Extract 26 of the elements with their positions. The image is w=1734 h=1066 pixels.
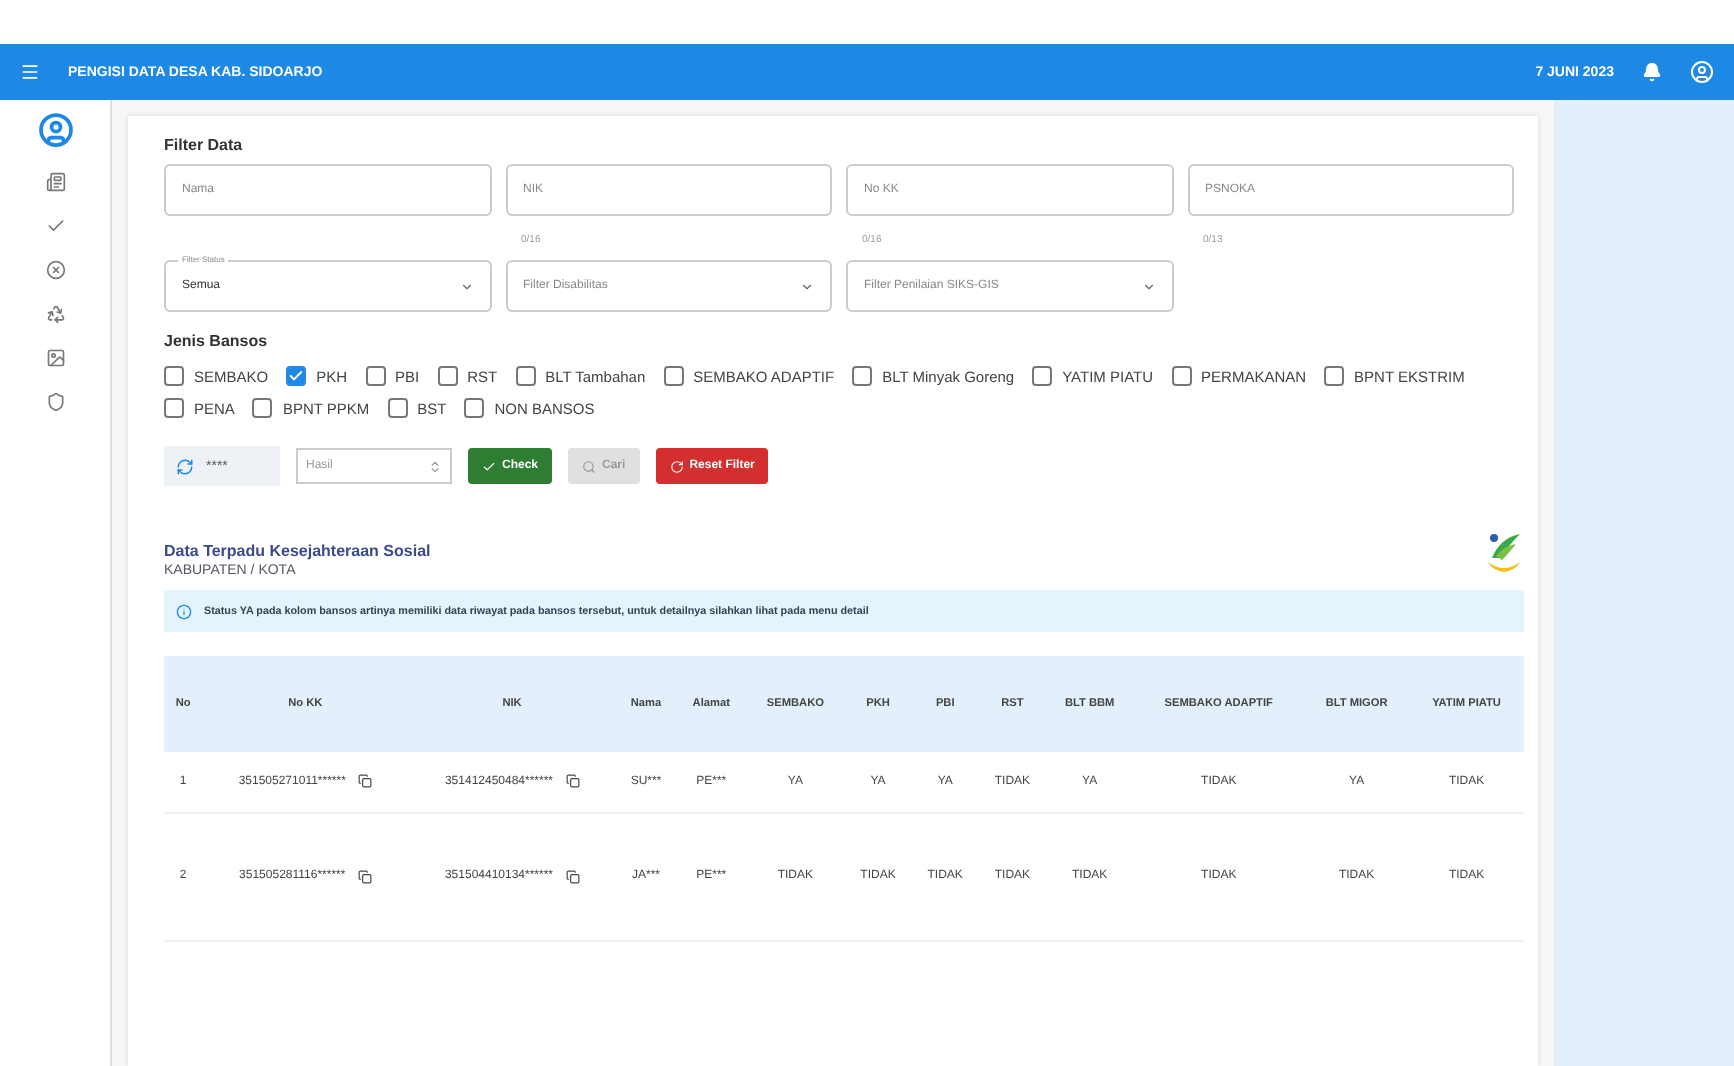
dropdown-caret-icon: [800, 279, 814, 293]
data-title: Data Terpadu Kesejahteraan Sosial: [164, 542, 431, 560]
check-icon: [482, 459, 496, 473]
dropdown-caret-icon: [459, 279, 473, 293]
check-icon: [288, 368, 305, 384]
bell-icon[interactable]: [1642, 62, 1662, 82]
shield-icon[interactable]: [45, 392, 65, 412]
copy-icon[interactable]: [357, 774, 372, 789]
section-title: Jenis Bansos: [164, 332, 270, 350]
section-title: Filter Data: [164, 136, 245, 154]
copy-icon[interactable]: [357, 869, 372, 883]
copy-icon[interactable]: [565, 774, 580, 789]
close-circle-icon[interactable]: [45, 260, 65, 280]
info-icon: [176, 603, 192, 619]
menu-icon[interactable]: [20, 62, 40, 82]
newspaper-icon[interactable]: [45, 172, 65, 192]
refresh-icon: [669, 459, 684, 473]
stepper-icon[interactable]: [428, 459, 442, 473]
image-icon[interactable]: [45, 348, 65, 368]
leaf-logo-icon: [1484, 530, 1524, 578]
account-icon[interactable]: [37, 112, 73, 148]
search-icon: [582, 459, 597, 473]
dropdown-caret-icon: [1141, 279, 1155, 293]
copy-icon[interactable]: [565, 869, 580, 883]
check-icon[interactable]: [45, 216, 65, 236]
recycle-icon[interactable]: [45, 304, 65, 324]
